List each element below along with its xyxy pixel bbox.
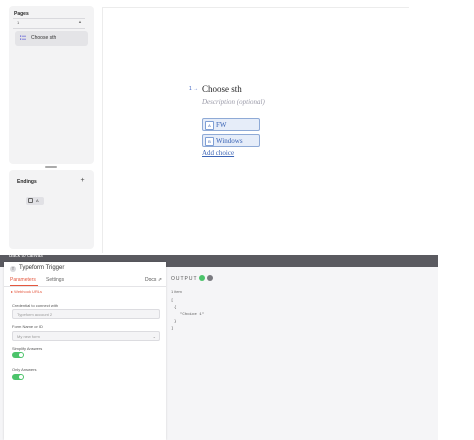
tab-settings[interactable]: Settings bbox=[46, 277, 64, 283]
active-tab-indicator bbox=[10, 285, 38, 286]
chevron-up-icon[interactable]: ▲ bbox=[78, 19, 82, 24]
typeform-icon: T bbox=[10, 266, 16, 272]
question-title[interactable]: Choose sth bbox=[202, 84, 242, 94]
choice-key-b: B bbox=[205, 137, 214, 146]
question-number-text: 1 bbox=[189, 86, 192, 92]
credential-label: Credential to connect with bbox=[12, 303, 59, 308]
endings-panel: Endings + A bbox=[9, 170, 94, 249]
question-number: 1 → bbox=[189, 86, 198, 92]
panel-resize-handle[interactable] bbox=[45, 166, 57, 168]
right-gutter bbox=[438, 255, 474, 440]
credential-value: Typeform account 2 bbox=[17, 312, 53, 317]
add-choice-link[interactable]: Add choice bbox=[202, 149, 234, 157]
typeform-editor: Pages 1 ▲ Choose sth Endings + A 1 → Cho… bbox=[0, 0, 474, 255]
json-line: ] bbox=[171, 327, 174, 331]
choice-label-a: FW bbox=[216, 121, 227, 129]
choice-label-b: Windows bbox=[216, 137, 243, 145]
chevron-down-icon: ⌄ bbox=[152, 334, 156, 339]
pages-title: Pages bbox=[14, 11, 29, 17]
simplify-answers-label: Simplify Answers bbox=[12, 346, 43, 351]
pages-panel: Pages bbox=[9, 6, 94, 164]
ending-icon bbox=[28, 198, 33, 203]
toggle-knob bbox=[19, 375, 23, 379]
arrow-right-icon: → bbox=[193, 86, 199, 92]
node-tabs: Parameters Settings Docs ⇗ bbox=[4, 276, 166, 287]
json-line: } bbox=[174, 320, 177, 324]
page-item-choose-sth[interactable]: Choose sth bbox=[15, 31, 88, 46]
back-to-canvas-link[interactable]: Back to canvas bbox=[9, 253, 43, 259]
toggle-knob bbox=[19, 353, 23, 357]
pages-group-header[interactable]: 1 ▲ bbox=[13, 19, 85, 27]
pages-divider-2 bbox=[13, 28, 85, 29]
page-item-label: Choose sth bbox=[31, 35, 57, 41]
only-answers-label: Only Answers bbox=[12, 367, 37, 372]
pages-group-number: 1 bbox=[17, 20, 20, 25]
simplify-answers-toggle[interactable] bbox=[12, 352, 24, 358]
choice-option-a[interactable]: A FW bbox=[202, 118, 260, 131]
ending-item-label: A bbox=[36, 198, 39, 203]
ending-item[interactable]: A bbox=[26, 197, 44, 205]
json-line: [ bbox=[171, 299, 174, 303]
credential-select[interactable]: Typeform account 2 bbox=[12, 309, 160, 319]
form-id-label: Form Name or ID bbox=[12, 324, 43, 329]
json-line: { bbox=[174, 306, 177, 310]
question-description[interactable]: Description (optional) bbox=[202, 98, 265, 106]
json-line: "Choice 1" bbox=[180, 313, 205, 317]
choice-key-a: A bbox=[205, 121, 214, 130]
tab-parameters[interactable]: Parameters bbox=[10, 277, 36, 283]
endings-title: Endings bbox=[17, 179, 37, 185]
webhook-urls-toggle[interactable]: ▸ Webhook URLs bbox=[11, 289, 42, 294]
only-answers-toggle[interactable] bbox=[12, 374, 24, 380]
output-label: OUTPUT bbox=[171, 276, 198, 282]
node-title[interactable]: Typeform Trigger bbox=[19, 265, 64, 271]
choice-option-b[interactable]: B Windows bbox=[202, 134, 260, 147]
form-id-value: My new form bbox=[17, 334, 40, 339]
node-parameters-panel: T Typeform Trigger Parameters Settings D… bbox=[4, 262, 166, 440]
plus-icon[interactable]: + bbox=[78, 176, 87, 185]
list-choice-icon bbox=[20, 35, 26, 40]
check-circle-icon bbox=[199, 275, 205, 281]
form-id-select[interactable]: My new form ⌄ bbox=[12, 331, 160, 341]
output-item-count: 1 item bbox=[171, 289, 182, 294]
info-icon[interactable] bbox=[207, 275, 213, 281]
docs-link[interactable]: Docs ⇗ bbox=[145, 277, 162, 283]
